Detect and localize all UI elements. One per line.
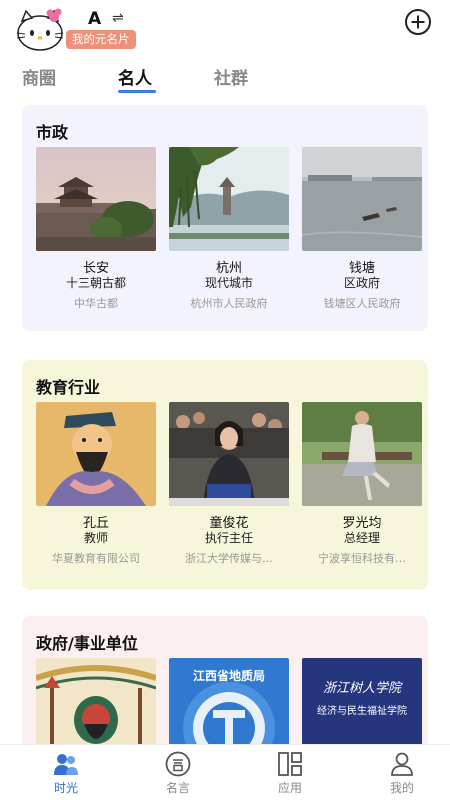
item-name: 钱塘 (348, 261, 375, 276)
gate-tower-photo (36, 147, 156, 251)
nav-profile[interactable]: 我的 (372, 751, 432, 796)
card-tongjunhua[interactable]: 童俊花 执行主任 浙江大学传媒与… (169, 402, 289, 566)
item-subtitle: 区政府 (343, 276, 380, 290)
card-qiantang[interactable]: 钱塘 区政府 钱塘区人民政府 (302, 147, 422, 311)
park-person-photo (302, 402, 422, 506)
user-name: A (88, 9, 102, 29)
plus-circle-icon[interactable] (404, 8, 432, 36)
tab-community[interactable]: 社群 (214, 64, 248, 89)
people-icon (53, 751, 79, 777)
my-card-badge[interactable]: 我的元名片 (66, 30, 136, 49)
item-org: 钱塘区人民政府 (323, 297, 401, 310)
card-kongqiu[interactable]: 孔丘 教师 华夏教育有限公司 (36, 402, 156, 566)
section-title: 市政 (36, 123, 69, 142)
item-subtitle: 现代城市 (204, 276, 253, 290)
item-org: 华夏教育有限公司 (52, 552, 140, 565)
card-gov-2[interactable]: 江西省地质局 (169, 658, 289, 744)
grid-apps-icon (277, 751, 303, 777)
section-education: 教育行业 孔丘 教师 华夏教育有限公司 童俊花 执行主任 浙江大学传媒与… 罗光… (22, 360, 428, 590)
item-org: 杭州市人民政府 (190, 297, 268, 310)
switch-account-icon[interactable]: ⇌ (112, 10, 124, 26)
guan-yu-illustration (36, 658, 156, 744)
speaker-photo (169, 402, 289, 506)
header: A ⇌ 我的元名片 (0, 0, 450, 60)
nav-label: 我的 (389, 781, 414, 795)
item-name: 孔丘 (82, 516, 109, 531)
item-name: 罗光均 (342, 516, 382, 531)
item-subtitle: 总经理 (343, 531, 380, 545)
nav-label: 名言 (165, 781, 190, 795)
card-gov-3[interactable]: 浙江树人学院 经济与民生福祉学院 (302, 658, 422, 744)
nav-apps[interactable]: 应用 (260, 751, 320, 796)
item-name: 童俊花 (209, 516, 249, 531)
tab-business[interactable]: 商圈 (22, 64, 56, 89)
item-org: 宁波享恒科技有… (318, 552, 406, 565)
college-name-text: 浙江树人学院 (323, 680, 403, 696)
geology-bureau-text: 江西省地质局 (193, 668, 265, 683)
card-gov-1[interactable] (36, 658, 156, 744)
item-name: 长安 (82, 261, 109, 276)
person-icon (389, 751, 415, 777)
card-hangzhou[interactable]: 杭州 现代城市 杭州市人民政府 (169, 147, 289, 311)
river-boats-photo (302, 147, 422, 251)
tab-celebrities[interactable]: 名人 (118, 64, 152, 89)
content-scroll[interactable]: 市政 长安 十三朝古都 中华古都 杭州 现代城市 杭州市人民政府 钱塘 区政府 … (0, 100, 450, 744)
section-title: 政府/事业单位 (36, 634, 138, 653)
active-tab-indicator (118, 90, 156, 93)
nav-moments[interactable]: 时光 (36, 751, 96, 796)
section-title: 教育行业 (36, 378, 101, 397)
item-org: 中华古都 (74, 297, 118, 310)
item-name: 杭州 (215, 261, 242, 276)
geology-bureau-logo: 江西省地质局 (169, 658, 289, 744)
item-subtitle: 十三朝古都 (65, 276, 126, 290)
item-subtitle: 执行主任 (204, 531, 253, 545)
app-screen: A ⇌ 我的元名片 商圈 名人 社群 市政 长安 十三朝古都 中华古都 杭州 现… (0, 0, 450, 800)
avatar[interactable] (14, 7, 66, 53)
college-school-text: 经济与民生福祉学院 (317, 704, 407, 717)
item-org: 浙江大学传媒与… (185, 552, 273, 565)
section-government: 政府/事业单位 江西省地质局 浙江树人学院 经济与民生福祉学院 (22, 616, 428, 744)
item-subtitle: 教师 (83, 531, 108, 545)
lake-pagoda-photo (169, 147, 289, 251)
nav-label: 应用 (277, 781, 302, 795)
quote-circle-icon (165, 751, 191, 777)
section-municipal: 市政 长安 十三朝古都 中华古都 杭州 现代城市 杭州市人民政府 钱塘 区政府 … (22, 105, 428, 331)
nav-quotes[interactable]: 名言 (148, 751, 208, 796)
bottom-nav: 时光 名言 应用 我的 (0, 744, 450, 800)
category-tabs: 商圈 名人 社群 (0, 64, 450, 98)
card-luoguangjun[interactable]: 罗光均 总经理 宁波享恒科技有… (302, 402, 422, 566)
confucius-portrait (36, 402, 156, 506)
card-changan[interactable]: 长安 十三朝古都 中华古都 (36, 147, 156, 311)
college-banner: 浙江树人学院 经济与民生福祉学院 (302, 658, 422, 744)
nav-label: 时光 (53, 781, 78, 795)
